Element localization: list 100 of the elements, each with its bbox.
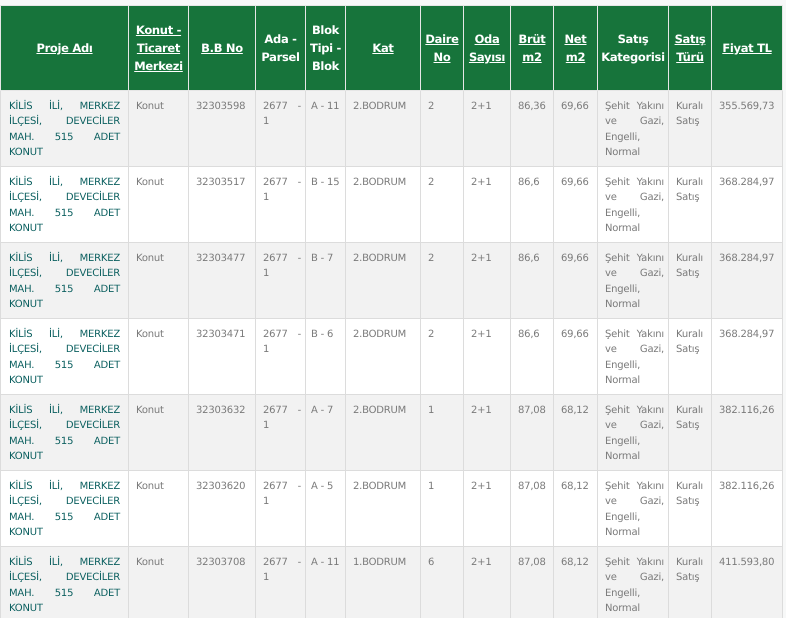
table-cell: 1.BODRUM [346,546,420,618]
table-cell: 2 [420,90,464,166]
table-cell: 69,66 [554,318,598,394]
project-name-cell: KİLİS İLİ, MERKEZ İLÇESİ, DEVECİLER MAH. 515 ADET KONUT [0,318,128,394]
table-cell: A - 7 [306,394,346,470]
table-cell: 2.BODRUM [346,90,420,166]
table-cell: 87,08 [510,394,554,470]
table-cell: B - 15 [306,166,346,242]
table-cell: 2+1 [464,318,510,394]
table-cell: 2677 - 1 [256,470,306,546]
table-cell: Kuralı Satış [668,166,712,242]
table-cell: 2.BODRUM [346,318,420,394]
sort-link[interactable]: B.B No [201,39,243,57]
table-cell: 2.BODRUM [346,470,420,546]
table-cell: 368.284,97 [712,166,782,242]
table-cell: 32303708 [188,546,256,618]
table-cell: 355.569,73 [712,90,782,166]
table-cell: Konut [128,470,188,546]
table-cell: 32303598 [188,90,256,166]
table-cell: 86,6 [510,242,554,318]
table-cell: A - 11 [306,546,346,618]
table-cell: Şehit Yakını ve Gazi, Engelli, Normal [598,318,668,394]
table-cell: 382.116,26 [712,470,782,546]
table-cell: 2+1 [464,394,510,470]
table-cell: Şehit Yakını ve Gazi, Engelli, Normal [598,166,668,242]
table-cell: 87,08 [510,546,554,618]
table-cell: 32303471 [188,318,256,394]
table-cell: 2 [420,318,464,394]
table-cell: 2 [420,166,464,242]
table-cell: 87,08 [510,470,554,546]
table-cell: Şehit Yakını ve Gazi, Engelli, Normal [598,90,668,166]
table-cell: 69,66 [554,242,598,318]
table-cell: Konut [128,166,188,242]
table-cell: Kuralı Satış [668,394,712,470]
column-header: Ada - Parsel [256,6,306,90]
table-cell: B - 6 [306,318,346,394]
table-cell: Kuralı Satış [668,90,712,166]
table-cell: Konut [128,546,188,618]
column-header: Satış Kategorisi [598,6,668,90]
table-cell: 2+1 [464,90,510,166]
sort-link[interactable]: Kat [372,39,394,57]
table-cell: 1 [420,470,464,546]
table-cell: 2677 - 1 [256,166,306,242]
table-cell: 2677 - 1 [256,242,306,318]
table-cell: 32303477 [188,242,256,318]
sort-link[interactable]: Daire No [423,30,461,66]
table-cell: 86,36 [510,90,554,166]
table-cell: 2.BODRUM [346,166,420,242]
table-cell: 69,66 [554,166,598,242]
table-cell: Konut [128,90,188,166]
table-cell: 2.BODRUM [346,394,420,470]
sort-link[interactable]: Oda Sayısı [466,30,508,66]
sort-link[interactable]: Satış Türü [671,30,709,66]
table-cell: Şehit Yakını ve Gazi, Engelli, Normal [598,394,668,470]
column-header: Blok Tipi - Blok [306,6,346,90]
project-name-cell: KİLİS İLİ, MERKEZ İLÇESİ, DEVECİLER MAH. 515 ADET KONUT [0,394,128,470]
table-cell: Konut [128,318,188,394]
table-cell: 68,12 [554,394,598,470]
sort-link[interactable]: Net m2 [556,30,595,66]
table-cell: 68,12 [554,546,598,618]
table-cell: 2677 - 1 [256,318,306,394]
table-cell: 2 [420,242,464,318]
table-cell: Konut [128,242,188,318]
project-name-cell: KİLİS İLİ, MERKEZ İLÇESİ, DEVECİLER MAH. 515 ADET KONUT [0,166,128,242]
table-cell: 368.284,97 [712,242,782,318]
table-cell: 2677 - 1 [256,546,306,618]
table-cell: 2.BODRUM [346,242,420,318]
table-cell: Şehit Yakını ve Gazi, Engelli, Normal [598,470,668,546]
table-cell: 32303632 [188,394,256,470]
project-name-cell: KİLİS İLİ, MERKEZ İLÇESİ, DEVECİLER MAH. 515 ADET KONUT [0,242,128,318]
table-cell: 86,6 [510,318,554,394]
sort-link[interactable]: Fiyat TL [722,39,772,57]
table-cell: A - 5 [306,470,346,546]
table-cell: Kuralı Satış [668,470,712,546]
table-cell: 32303620 [188,470,256,546]
project-name-cell: KİLİS İLİ, MERKEZ İLÇESİ, DEVECİLER MAH. 515 ADET KONUT [0,470,128,546]
table-cell: Şehit Yakını ve Gazi, Engelli, Normal [598,242,668,318]
sort-link[interactable]: Brüt m2 [513,30,551,66]
table-cell: 382.116,26 [712,394,782,470]
table-cell: Kuralı Satış [668,546,712,618]
table-cell: 2+1 [464,166,510,242]
project-name-cell: KİLİS İLİ, MERKEZ İLÇESİ, DEVECİLER MAH. 515 ADET KONUT [0,546,128,618]
table-cell: 2677 - 1 [256,90,306,166]
table-cell: 2677 - 1 [256,394,306,470]
sort-link[interactable]: Proje Adı [36,39,93,57]
table-cell: 6 [420,546,464,618]
table-cell: A - 11 [306,90,346,166]
table-cell: 2+1 [464,546,510,618]
table-cell: 68,12 [554,470,598,546]
table-cell: 69,66 [554,90,598,166]
table-cell: 411.593,80 [712,546,782,618]
table-cell: 32303517 [188,166,256,242]
sort-link[interactable]: Konut - Ticaret Merkezi [131,21,186,75]
project-name-cell: KİLİS İLİ, MERKEZ İLÇESİ, DEVECİLER MAH. 515 ADET KONUT [0,90,128,166]
table-cell: Kuralı Satış [668,318,712,394]
table-cell: 2+1 [464,470,510,546]
table-cell: Kuralı Satış [668,242,712,318]
table-cell: B - 7 [306,242,346,318]
table-cell: 2+1 [464,242,510,318]
table-cell: Konut [128,394,188,470]
